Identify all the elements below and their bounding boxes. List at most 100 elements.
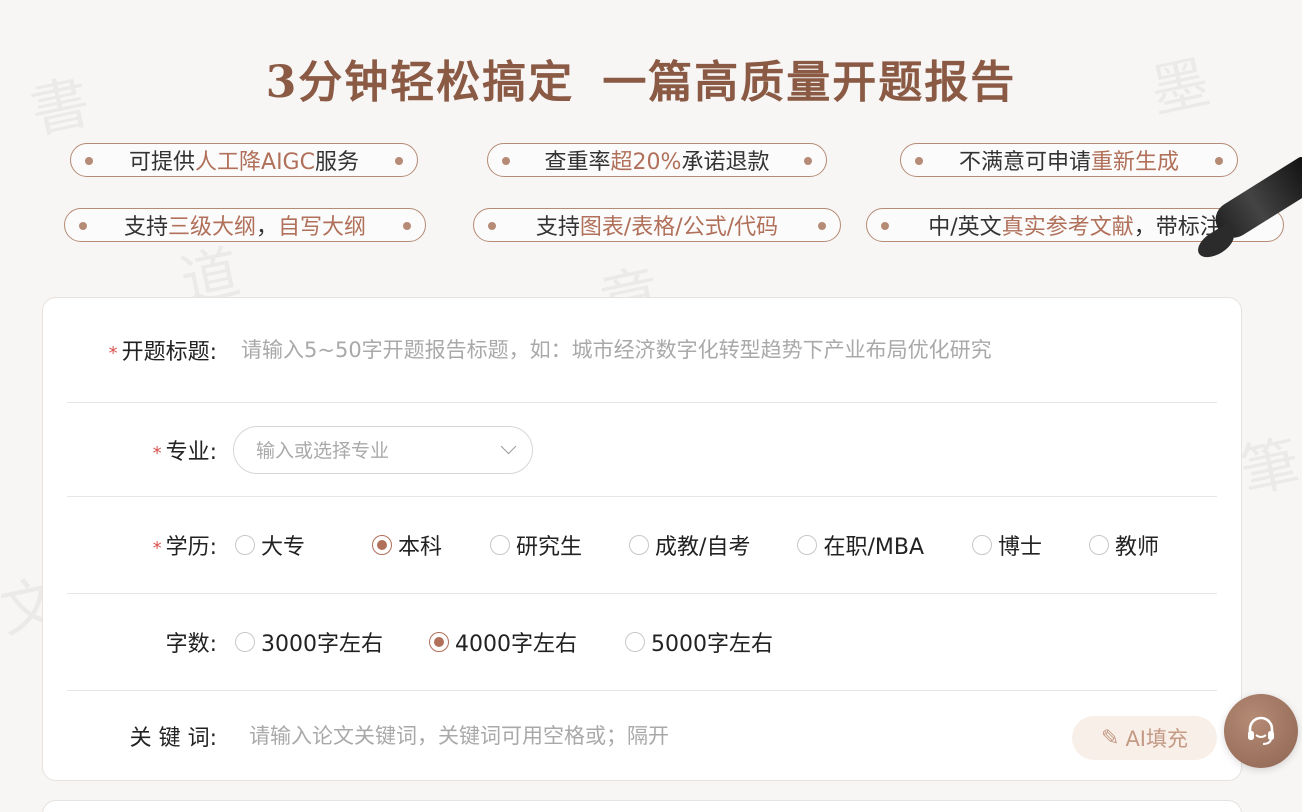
bullet-dot-icon — [915, 157, 923, 165]
wordcount-option-label: 4000字左右 — [455, 632, 577, 657]
keywords-label: 关 键 词: — [67, 720, 227, 752]
feather-pen-icon: ✎ — [1101, 725, 1120, 751]
ai-fill-label: AI填充 — [1125, 727, 1188, 751]
feature-text: 中/英文真实参考文献，带标注 — [928, 209, 1221, 241]
keywords-label-text: 关 键 词: — [129, 726, 217, 751]
education-label: * 学历: — [67, 529, 227, 561]
bullet-dot-icon — [395, 157, 403, 165]
radio-unchecked-icon — [1089, 535, 1110, 555]
feature-highlight: 三级大纲 — [167, 215, 256, 240]
radio-unchecked-icon — [972, 535, 993, 555]
keywords-input[interactable] — [227, 724, 1007, 748]
radio-unchecked-icon — [797, 535, 818, 555]
feature-text: 不满意可申请重新生成 — [959, 144, 1179, 176]
major-label-text: 专业: — [165, 439, 217, 465]
wordcount-label: 字数: — [67, 626, 227, 658]
form-row-title: * 开题标题: — [67, 298, 1217, 403]
education-option-label: 博士 — [998, 535, 1043, 560]
feature-highlight: 重新生成 — [1091, 150, 1180, 175]
education-option-label: 成教/自考 — [655, 535, 751, 560]
feature-pill: 查重率超20%承诺退款 — [487, 143, 827, 177]
education-option[interactable]: 教师 — [1089, 529, 1159, 561]
feature-highlight: 真实参考文献 — [1001, 215, 1134, 240]
feature-pill: 可提供人工降AIGC服务 — [70, 143, 418, 177]
feature-pre: 支持 — [123, 215, 168, 240]
form-row-major: * 专业: 输入或选择专业 — [67, 403, 1217, 497]
bullet-dot-icon — [79, 222, 87, 230]
wordcount-option[interactable]: 3000字左右 — [235, 626, 383, 658]
radio-unchecked-icon — [629, 535, 650, 555]
feature-post: 服务 — [314, 150, 359, 175]
wordcount-radio-group: 3000字左右 4000字左右 5000字左右 — [235, 626, 773, 658]
education-radio-group: 大专 本科 研究生 成教/自考 在职/MBA 博士 教师 — [235, 529, 1159, 561]
form-row-keywords: 关 键 词: — [67, 691, 1217, 781]
form-row-wordcount: 字数: 3000字左右 4000字左右 5000字左右 — [67, 594, 1217, 691]
radio-unchecked-icon — [235, 632, 255, 652]
education-option[interactable]: 在职/MBA — [797, 529, 924, 561]
education-option[interactable]: 成教/自考 — [629, 529, 750, 561]
education-option[interactable]: 大专 — [235, 529, 305, 561]
radio-unchecked-icon — [625, 632, 645, 652]
feature-text: 查重率超20%承诺退款 — [545, 144, 770, 176]
education-option-label: 教师 — [1115, 535, 1160, 560]
radio-checked-icon — [372, 535, 393, 555]
feature-pre: 不满意可申请 — [958, 150, 1091, 175]
education-option-label: 研究生 — [516, 535, 583, 560]
bullet-dot-icon — [85, 157, 93, 165]
feature-pre: 支持 — [535, 215, 580, 240]
education-option[interactable]: 本科 — [372, 529, 442, 561]
bullet-dot-icon — [403, 222, 411, 230]
bullet-dot-icon — [818, 222, 826, 230]
wordcount-option-label: 3000字左右 — [261, 632, 383, 657]
hero-title-part2: 一篇高质量开题报告 — [602, 57, 1017, 108]
education-option-label: 大专 — [261, 535, 306, 560]
report-form-card: *开题标题: *专业: 输入或选择专业 *学历: 大专本科研究生成教/自考在职/… — [42, 297, 1242, 781]
major-select[interactable]: 输入或选择专业 — [233, 425, 533, 474]
feature-highlight: 自写大纲 — [278, 215, 367, 240]
wordcount-option[interactable]: 4000字左右 — [429, 626, 577, 658]
customer-support-button[interactable] — [1224, 694, 1298, 768]
radio-checked-icon — [429, 632, 449, 652]
title-input[interactable] — [227, 338, 1127, 362]
education-option-label: 在职/MBA — [823, 535, 925, 560]
feature-text: 可提供人工降AIGC服务 — [129, 144, 359, 176]
education-label-text: 学历: — [165, 535, 217, 560]
title-label: * 开题标题: — [67, 334, 227, 366]
hero-title-part1: 3分钟轻松搞定 — [265, 57, 575, 108]
bg-glyph: 筆 — [1234, 427, 1302, 507]
feature-text: 支持图表/表格/公式/代码 — [536, 209, 778, 241]
feature-pre: 可提供 — [129, 150, 196, 175]
feature-mid: ， — [256, 215, 279, 240]
major-select-placeholder: 输入或选择专业 — [256, 440, 390, 462]
bullet-dot-icon — [804, 157, 812, 165]
feature-post: 承诺退款 — [681, 150, 770, 175]
feature-pre: 查重率 — [544, 150, 611, 175]
radio-unchecked-icon — [235, 535, 255, 555]
wordcount-option[interactable]: 5000字左右 — [625, 626, 773, 658]
ai-fill-button[interactable]: ✎ AI填充 — [1072, 716, 1217, 760]
bullet-dot-icon — [502, 157, 510, 165]
feature-highlight: 图表/表格/公式/代码 — [579, 215, 779, 240]
form-row-education: * 学历: 大专 本科 研究生 成教/自考 在职/MBA 博士 教师 — [67, 497, 1217, 594]
headset-icon — [1248, 716, 1274, 745]
required-mark: * — [108, 343, 118, 364]
title-label-text: 开题标题: — [121, 340, 217, 365]
feature-pill: 支持图表/表格/公式/代码 — [473, 208, 841, 242]
education-option[interactable]: 研究生 — [490, 529, 582, 561]
education-option-label: 本科 — [398, 535, 443, 560]
hero-title: 3分钟轻松搞定 一篇高质量开题报告 — [0, 46, 1282, 110]
required-mark: * — [152, 442, 162, 464]
bullet-dot-icon — [881, 222, 889, 230]
next-form-card — [42, 800, 1242, 812]
radio-unchecked-icon — [490, 535, 511, 555]
feature-highlight: 人工降AIGC — [195, 150, 315, 175]
feature-text: 支持三级大纲，自写大纲 — [124, 209, 366, 241]
wordcount-option-label: 5000字左右 — [651, 632, 773, 657]
wordcount-label-text: 字数: — [165, 632, 217, 657]
education-option[interactable]: 博士 — [972, 529, 1042, 561]
chevron-down-icon — [500, 438, 517, 455]
feature-pre: 中/英文 — [928, 215, 1002, 240]
bullet-dot-icon — [1215, 157, 1223, 165]
feature-highlight: 超20% — [610, 150, 682, 175]
feature-pill: 不满意可申请重新生成 — [900, 143, 1238, 177]
